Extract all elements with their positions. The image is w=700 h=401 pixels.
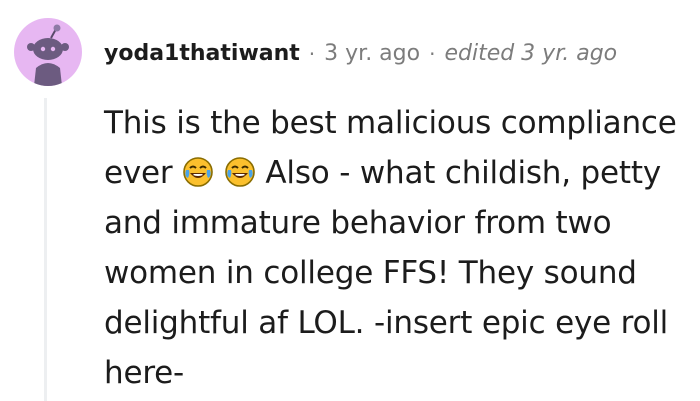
- laughing-tears-emoji-icon: [182, 156, 214, 188]
- meta-separator: ·: [308, 42, 316, 66]
- comment: yoda1thatiwant · 3 yr. ago · edited 3 yr…: [0, 0, 700, 401]
- laughing-tears-emoji-icon: [224, 156, 256, 188]
- snoo-avatar-icon: [27, 24, 69, 86]
- edited-label: edited 3 yr. ago: [444, 41, 618, 66]
- comment-text: Also - what childish, petty and immature…: [104, 155, 669, 391]
- meta-separator: ·: [429, 42, 436, 66]
- timestamp-link[interactable]: 3 yr. ago: [324, 36, 420, 72]
- user-avatar[interactable]: [14, 18, 82, 86]
- comment-body: This is the best malicious compliance ev…: [104, 98, 698, 398]
- comment-meta: yoda1thatiwant · 3 yr. ago · edited 3 yr…: [104, 36, 617, 72]
- username-link[interactable]: yoda1thatiwant: [104, 36, 300, 72]
- thread-line[interactable]: [44, 98, 47, 401]
